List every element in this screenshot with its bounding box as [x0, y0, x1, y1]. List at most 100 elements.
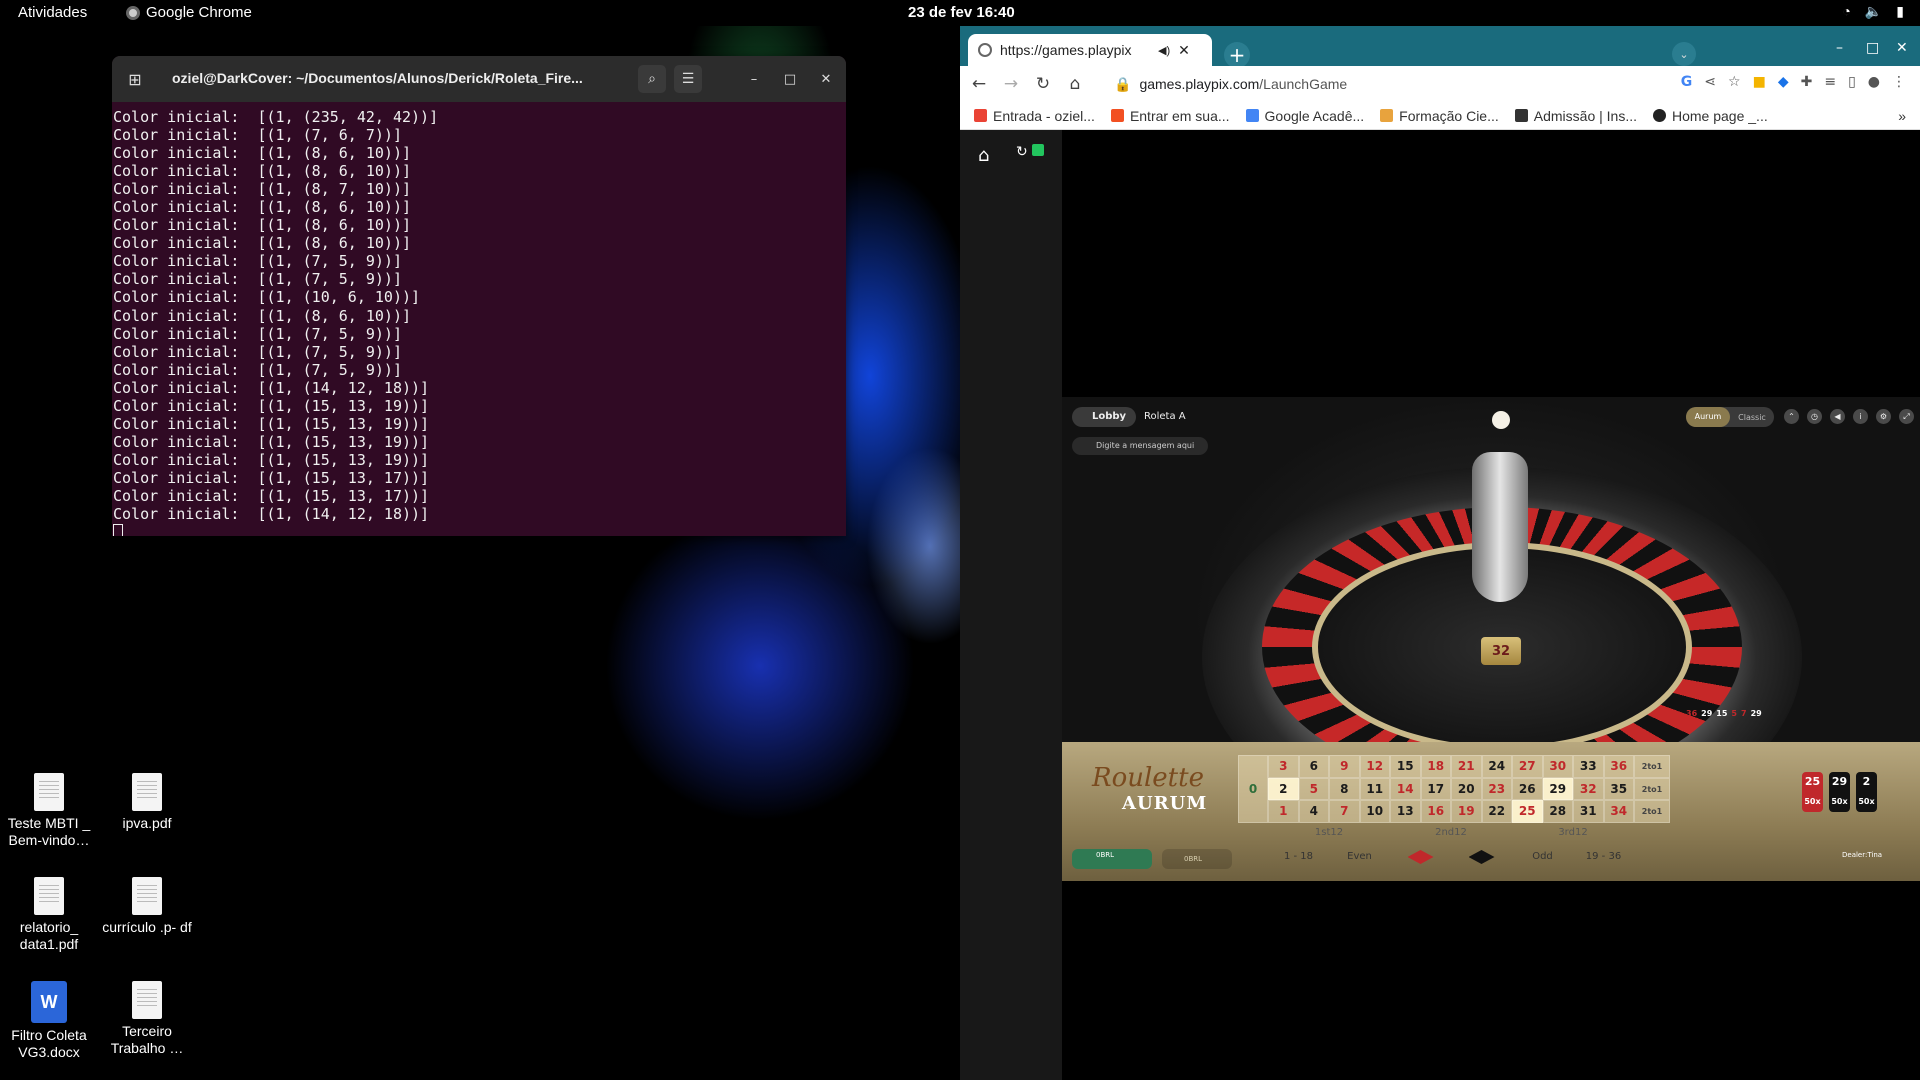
terminal-window[interactable]: ⊞ oziel@DarkCover: ~/Documentos/Alunos/D…: [112, 56, 846, 536]
bet-dozen[interactable]: 1st12: [1268, 823, 1390, 843]
bet-number[interactable]: 30: [1542, 755, 1573, 778]
extensions-puzzle-icon[interactable]: ✚: [1801, 74, 1813, 90]
bet-column[interactable]: 2to1: [1634, 800, 1670, 823]
desktop-file-curriculo[interactable]: currículo .p- df: [98, 877, 196, 936]
activities-button[interactable]: Atividades: [18, 4, 87, 21]
bet-number[interactable]: 14: [1390, 777, 1421, 800]
reload-icon[interactable]: ↻: [1030, 74, 1056, 94]
bet-number[interactable]: 23: [1481, 777, 1512, 800]
bet-number[interactable]: 34: [1603, 800, 1634, 823]
more-bookmarks[interactable]: »: [1898, 108, 1906, 124]
home-icon[interactable]: ⌂: [1062, 74, 1088, 94]
bet-number[interactable]: 20: [1451, 777, 1482, 800]
collapse-icon[interactable]: ⌃: [1784, 409, 1799, 424]
bookmark-admissao[interactable]: Admissão | Ins...: [1514, 108, 1637, 124]
terminal-titlebar[interactable]: ⊞ oziel@DarkCover: ~/Documentos/Alunos/D…: [112, 56, 846, 102]
bet-number[interactable]: 19: [1451, 800, 1482, 823]
bet-number[interactable]: 22: [1481, 800, 1512, 823]
bet-zero[interactable]: 0: [1238, 755, 1268, 823]
app-menu[interactable]: Google Chrome: [126, 4, 252, 21]
side-panel-icon[interactable]: ▯: [1848, 74, 1856, 90]
bet-number[interactable]: 4: [1298, 800, 1329, 823]
maximize-button[interactable]: □: [780, 69, 800, 89]
lobby-button[interactable]: Lobby: [1072, 407, 1137, 427]
refresh-icon[interactable]: ↻: [1016, 144, 1028, 160]
bet-outside[interactable]: Even: [1329, 844, 1390, 870]
bet-column[interactable]: 2to1: [1634, 755, 1670, 778]
bet-red[interactable]: [1390, 844, 1451, 870]
settings-icon[interactable]: ⚙: [1876, 409, 1891, 424]
home-icon[interactable]: ⌂: [978, 145, 989, 166]
lock-icon[interactable]: 🔒: [1114, 76, 1131, 93]
bet-number[interactable]: 21: [1451, 755, 1482, 778]
bet-number[interactable]: 24: [1481, 755, 1512, 778]
desktop-file-ipva[interactable]: ipva.pdf: [98, 773, 196, 832]
bet-number[interactable]: 7: [1329, 800, 1360, 823]
bet-number[interactable]: 10: [1359, 800, 1390, 823]
bet-number[interactable]: 18: [1420, 755, 1451, 778]
search-icon[interactable]: ⌕: [638, 65, 666, 93]
bet-number[interactable]: 15: [1390, 755, 1421, 778]
bet-number[interactable]: 17: [1420, 777, 1451, 800]
bookmark-gmail[interactable]: Entrada - oziel...: [974, 108, 1095, 124]
bet-number[interactable]: 36: [1603, 755, 1634, 778]
bet-number[interactable]: 9: [1329, 755, 1360, 778]
bet-outside[interactable]: Odd: [1512, 844, 1573, 870]
tab-close-icon[interactable]: ✕: [1178, 42, 1190, 59]
bookmark-home-page[interactable]: Home page _...: [1653, 108, 1768, 124]
bet-number[interactable]: 13: [1390, 800, 1421, 823]
mode-toggle[interactable]: Aurum Classic: [1686, 407, 1774, 427]
bet-number[interactable]: 6: [1298, 755, 1329, 778]
roulette-game[interactable]: 32 Lobby Roleta A Digite a mensagem aqui…: [1062, 397, 1920, 881]
forward-icon[interactable]: →: [998, 74, 1024, 94]
bet-number[interactable]: 8: [1329, 777, 1360, 800]
system-tray[interactable]: ◔ 🔈 ▮: [1842, 3, 1904, 20]
bet-number[interactable]: 31: [1573, 800, 1604, 823]
extension-blue-icon[interactable]: ◆: [1778, 74, 1789, 90]
bet-number[interactable]: 2: [1268, 777, 1299, 800]
speaker-icon[interactable]: ◀): [1158, 44, 1170, 57]
bet-column[interactable]: 2to1: [1634, 777, 1670, 800]
bet-number[interactable]: 35: [1603, 777, 1634, 800]
desktop-file-teste-mbti[interactable]: Teste MBTI _ Bem-vindo…: [0, 773, 98, 849]
new-tab-button[interactable]: +: [1224, 42, 1250, 68]
info-icon[interactable]: i: [1853, 409, 1868, 424]
desktop-file-terceiro-trabalho[interactable]: Terceiro Trabalho …: [98, 981, 196, 1057]
bet-dozen[interactable]: 2nd12: [1390, 823, 1512, 843]
close-button[interactable]: ✕: [1896, 40, 1908, 56]
minimize-button[interactable]: –: [1836, 40, 1843, 56]
chrome-window[interactable]: https://games.playpix ◀) ✕ + ⌄ – □ ✕ ← →…: [960, 26, 1920, 1080]
bet-number[interactable]: 29: [1542, 777, 1573, 800]
mode-aurum[interactable]: Aurum: [1686, 407, 1730, 427]
history-icon[interactable]: ◷: [1807, 409, 1822, 424]
back-icon[interactable]: ←: [966, 74, 992, 94]
desktop-file-filtro-coleta[interactable]: W Filtro Coleta VG3.docx: [0, 981, 98, 1061]
close-button[interactable]: ✕: [816, 69, 836, 89]
bet-number[interactable]: 32: [1573, 777, 1604, 800]
bet-number[interactable]: 27: [1512, 755, 1543, 778]
maximize-button[interactable]: □: [1866, 40, 1879, 56]
address-bar[interactable]: 🔒 games.playpix.com/LaunchGame: [1104, 69, 1604, 99]
media-control-icon[interactable]: ≡: [1824, 74, 1836, 90]
extension-yellow-icon[interactable]: ■: [1753, 74, 1766, 90]
bet-outside[interactable]: 19 - 36: [1573, 844, 1634, 870]
sound-icon[interactable]: ◀: [1830, 409, 1845, 424]
bet-number[interactable]: 28: [1542, 800, 1573, 823]
bet-number[interactable]: 26: [1512, 777, 1543, 800]
terminal-output[interactable]: Color inicial: [(1, (235, 42, 42))] Colo…: [112, 102, 846, 536]
bet-number[interactable]: 5: [1298, 777, 1329, 800]
tab-search-button[interactable]: ⌄: [1672, 42, 1696, 66]
bet-number[interactable]: 25: [1512, 800, 1543, 823]
share-icon[interactable]: ⋖: [1704, 74, 1716, 90]
fullscreen-icon[interactable]: ⤢: [1899, 409, 1914, 424]
menu-icon[interactable]: ☰: [674, 65, 702, 93]
bookmark-microsoft[interactable]: Entrar em sua...: [1110, 108, 1230, 124]
bookmark-star-icon[interactable]: ☆: [1728, 74, 1741, 90]
clock[interactable]: 23 de fev 16:40: [908, 4, 1015, 21]
google-icon[interactable]: G: [1681, 74, 1693, 90]
bet-black[interactable]: [1451, 844, 1512, 870]
bet-number[interactable]: 33: [1573, 755, 1604, 778]
chat-input[interactable]: Digite a mensagem aqui: [1072, 437, 1208, 455]
browser-tab[interactable]: https://games.playpix ◀) ✕: [968, 34, 1212, 66]
bet-number[interactable]: 12: [1359, 755, 1390, 778]
